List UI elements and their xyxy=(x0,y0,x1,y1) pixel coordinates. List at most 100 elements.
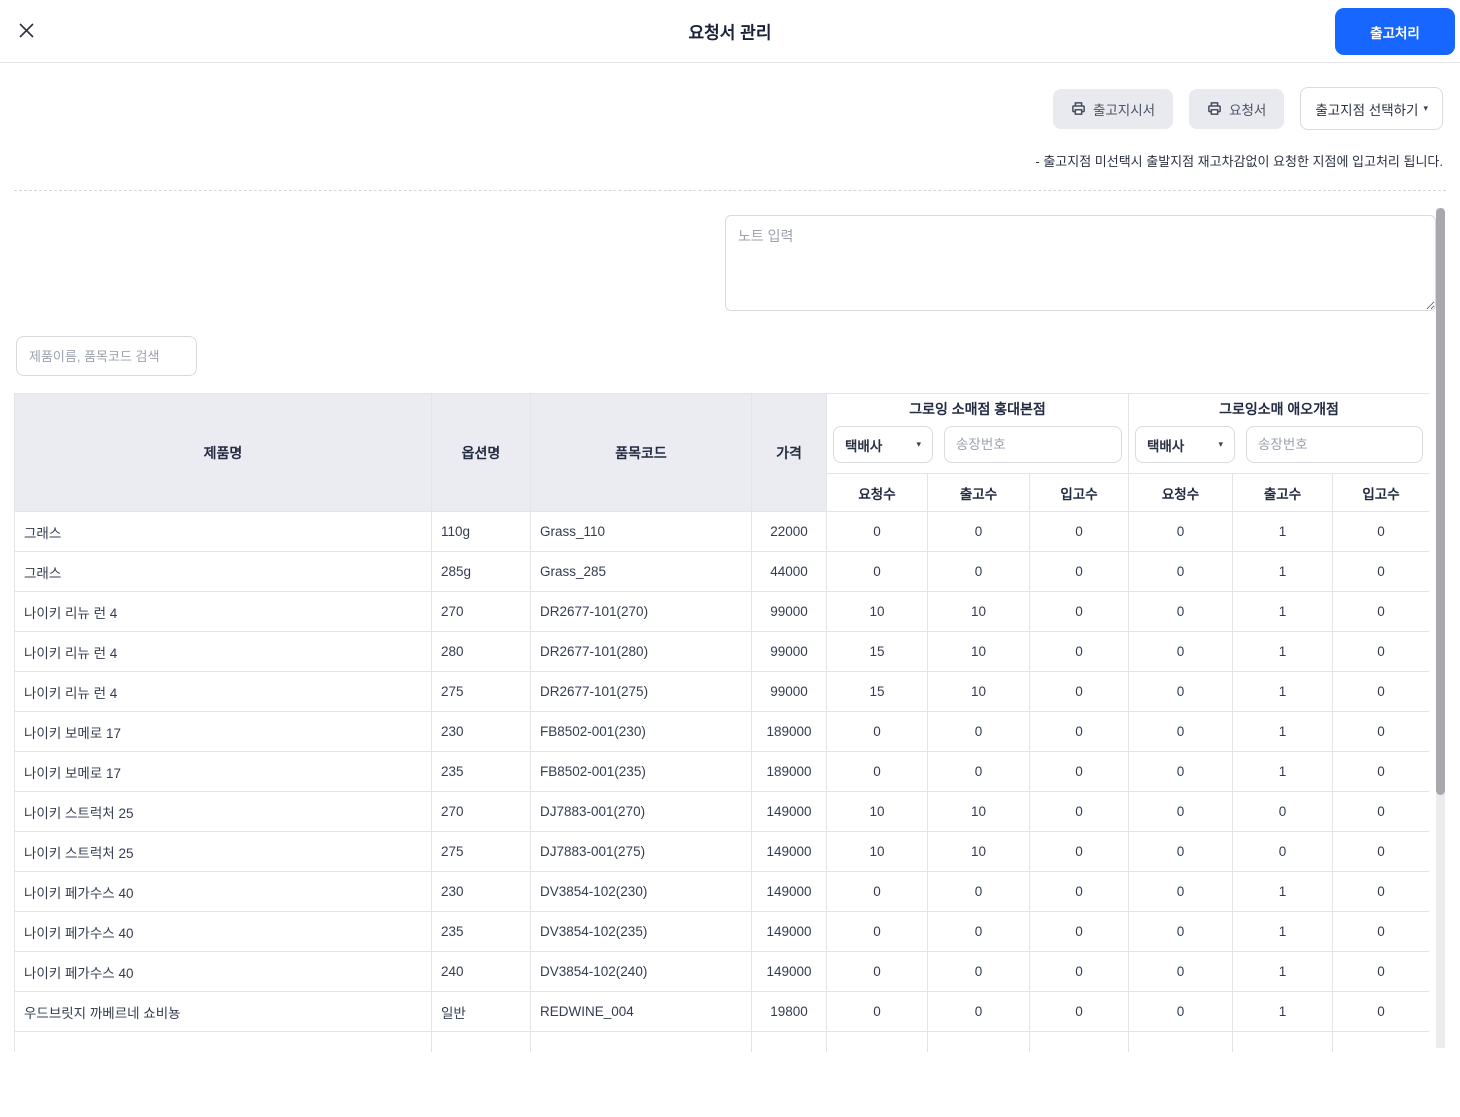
cell-store1-received: 0 xyxy=(1028,551,1130,592)
store-name: 그로잉소매 애오개점 xyxy=(1219,401,1339,417)
courier-select[interactable]: 택배사 ▾ xyxy=(1135,426,1236,463)
cell-store1-shipped: 10 xyxy=(927,831,1030,872)
print-request-button[interactable]: 요청서 xyxy=(1189,88,1285,129)
cell-option: 235 xyxy=(431,911,531,952)
cell-store1-received: 0 xyxy=(1028,671,1130,712)
cell-product: 나이키 보메로 17 xyxy=(14,751,432,792)
note-textarea[interactable] xyxy=(725,215,1436,311)
cell-price: 99000 xyxy=(751,631,827,672)
request-table: 제품명 옵션명 품목코드 가격 그로잉 소매점 홍대본점 택배사 ▾ 그로잉소매 xyxy=(14,393,1429,1052)
cell-code: DV3854-102(235) xyxy=(530,911,752,952)
table-row: 나이키 보메로 17 230 FB8502-001(230) 189000 0 … xyxy=(14,711,1429,752)
cell-store1-requested: 0 xyxy=(826,871,928,912)
cell-store2-requested: 0 xyxy=(1128,511,1234,552)
store-header-aeogae: 그로잉소매 애오개점 택배사 ▾ xyxy=(1128,393,1429,474)
cell-store2-shipped: 1 xyxy=(1232,631,1334,672)
printer-icon xyxy=(1208,102,1221,115)
cell-code: DJ7883-001(270) xyxy=(530,791,752,832)
close-icon xyxy=(18,23,34,38)
table-row: 나이키 스트럭처 25 275 DJ7883-001(275) 149000 1… xyxy=(14,831,1429,872)
cell-store1-requested: 0 xyxy=(826,991,928,1032)
subcol-requested: 요청수 xyxy=(826,473,928,512)
cell-store1-received: 0 xyxy=(1028,951,1130,992)
cell-option: 240 xyxy=(431,951,531,992)
cell-price: 99000 xyxy=(751,591,827,632)
cell-store1-shipped: 0 xyxy=(927,711,1030,752)
cell-store2-requested: 0 xyxy=(1128,591,1234,632)
select-branch-label: 출고지점 선택하기 xyxy=(1315,102,1419,118)
cell-store1-shipped: 0 xyxy=(927,911,1030,952)
cell-code: FB8502-001(235) xyxy=(530,751,752,792)
cell-price: 149000 xyxy=(751,791,827,832)
select-branch-dropdown[interactable]: 출고지점 선택하기 ▾ xyxy=(1300,87,1443,130)
cell-store2-received: 0 xyxy=(1332,631,1429,672)
cell-product: 나이키 스트럭처 25 xyxy=(14,791,432,832)
cell-store2-requested: 0 xyxy=(1128,711,1234,752)
cell-code xyxy=(530,1031,752,1052)
cell-store1-requested: 0 xyxy=(826,511,928,552)
notice-text: - 출고지점 미선택시 출발지점 재고차감없이 요청한 지점에 입고처리 됩니다… xyxy=(1035,154,1443,169)
cell-price: 22000 xyxy=(751,511,827,552)
table-row: 나이키 리뉴 런 4 275 DR2677-101(275) 99000 15 … xyxy=(14,671,1429,712)
cell-store1-received: 0 xyxy=(1028,711,1130,752)
cell-price: 189000 xyxy=(751,751,827,792)
cell-code: REDWINE_004 xyxy=(530,991,752,1032)
cell-store2-shipped: 1 xyxy=(1232,991,1334,1032)
cell-option: 110g xyxy=(431,511,531,552)
cell-store1-requested: 10 xyxy=(826,831,928,872)
invoice-input[interactable] xyxy=(944,426,1123,463)
cell-store2-shipped: 0 xyxy=(1232,791,1334,832)
ship-process-button[interactable]: 출고처리 xyxy=(1335,8,1455,55)
caret-down-icon: ▾ xyxy=(1423,103,1428,113)
cell-store1-received: 0 xyxy=(1028,791,1130,832)
cell-store1-shipped: 0 xyxy=(927,751,1030,792)
cell-code: DR2677-101(275) xyxy=(530,671,752,712)
subcol-requested: 요청수 xyxy=(1128,473,1234,512)
cell-code: DJ7883-001(275) xyxy=(530,831,752,872)
caret-down-icon: ▾ xyxy=(916,439,921,449)
cell-price: 189000 xyxy=(751,711,827,752)
courier-select-label: 택배사 xyxy=(845,438,883,454)
cell-store2-received xyxy=(1332,1031,1429,1052)
cell-product: 나이키 보메로 17 xyxy=(14,711,432,752)
courier-select[interactable]: 택배사 ▾ xyxy=(833,426,933,463)
invoice-input[interactable] xyxy=(1246,426,1424,463)
subcol-received: 입고수 xyxy=(1332,473,1429,512)
print-shipping-order-button[interactable]: 출고지시서 xyxy=(1052,88,1174,129)
cell-store1-requested: 0 xyxy=(826,751,928,792)
cell-store2-received: 0 xyxy=(1332,791,1429,832)
cell-store1-received: 0 xyxy=(1028,911,1130,952)
cell-store1-received: 0 xyxy=(1028,831,1130,872)
table-row: 나이키 보메로 17 235 FB8502-001(235) 189000 0 … xyxy=(14,751,1429,792)
col-header-code: 품목코드 xyxy=(530,393,752,512)
cell-store2-received: 0 xyxy=(1332,511,1429,552)
close-button[interactable] xyxy=(16,22,36,42)
cell-product: 나이키 페가수스 40 xyxy=(14,911,432,952)
cell-store1-received xyxy=(1028,1031,1130,1052)
vertical-scrollbar[interactable] xyxy=(1436,208,1445,1048)
cell-store2-requested: 0 xyxy=(1128,871,1234,912)
cell-option: 275 xyxy=(431,671,531,712)
subcol-shipped: 출고수 xyxy=(927,473,1030,512)
col-header-product: 제품명 xyxy=(14,393,432,512)
scrollbar-thumb[interactable] xyxy=(1436,208,1445,795)
cell-store1-requested: 0 xyxy=(826,711,928,752)
page-title: 요청서 관리 xyxy=(688,23,772,43)
cell-code: DV3854-102(230) xyxy=(530,871,752,912)
cell-store2-shipped: 1 xyxy=(1232,551,1334,592)
cell-store2-requested: 0 xyxy=(1128,951,1234,992)
cell-code: DR2677-101(280) xyxy=(530,631,752,672)
cell-option: 270 xyxy=(431,591,531,632)
cell-store2-requested: 0 xyxy=(1128,631,1234,672)
cell-store2-shipped: 1 xyxy=(1232,511,1334,552)
cell-product: 나이키 페가수스 40 xyxy=(14,951,432,992)
topbar: 요청서 관리 출고처리 xyxy=(0,0,1460,63)
cell-store2-received: 0 xyxy=(1332,671,1429,712)
table-row: 그래스 110g Grass_110 22000 0 0 0 0 1 0 xyxy=(14,511,1429,552)
cell-product: 나이키 리뉴 런 4 xyxy=(14,591,432,632)
cell-code: DR2677-101(270) xyxy=(530,591,752,632)
search-input[interactable] xyxy=(16,336,197,376)
cell-option: 285g xyxy=(431,551,531,592)
cell-store2-requested: 0 xyxy=(1128,791,1234,832)
dashed-divider xyxy=(14,190,1446,191)
